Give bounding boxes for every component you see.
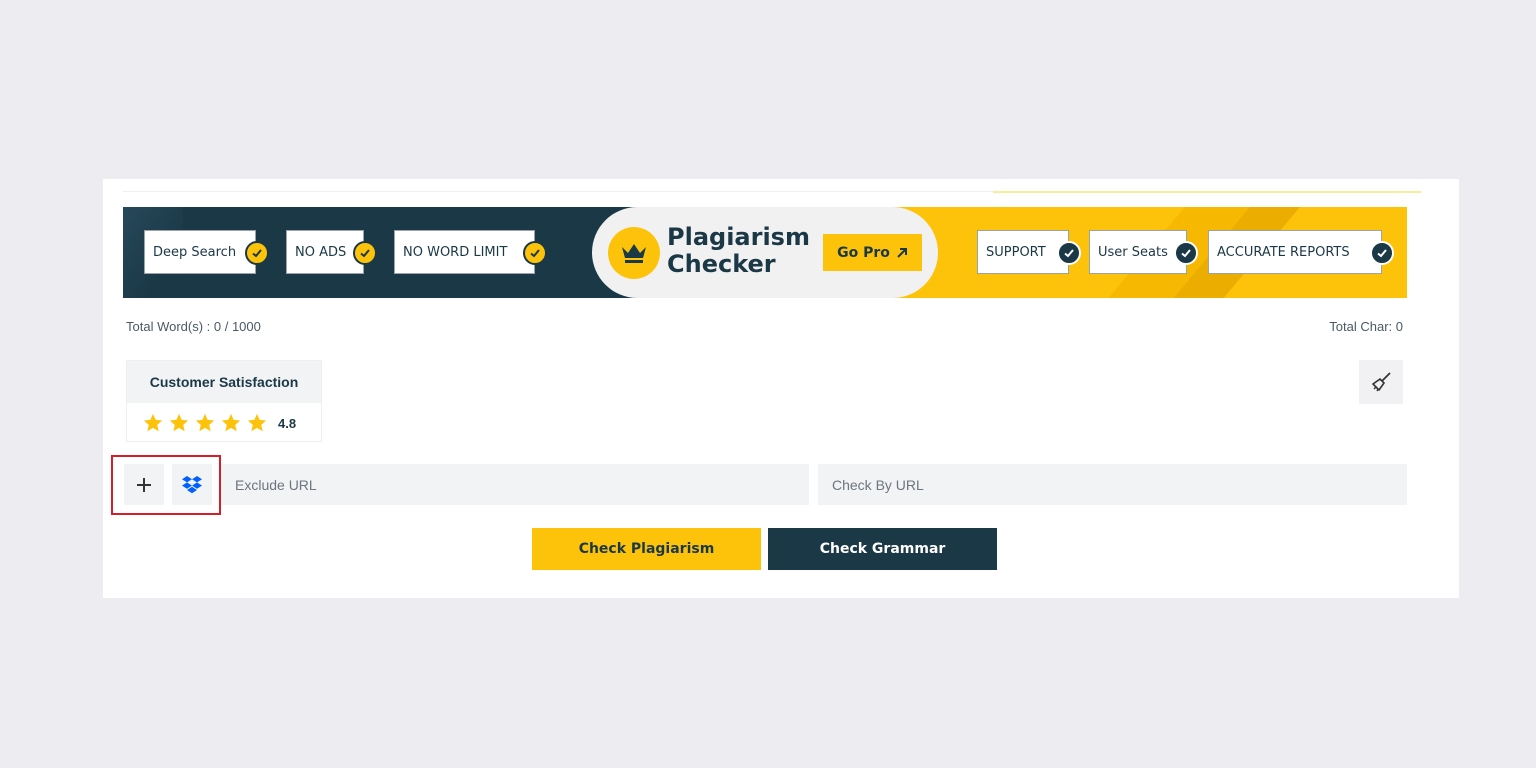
check-icon bbox=[353, 241, 377, 265]
feature-support: SUPPORT bbox=[977, 230, 1081, 274]
customer-satisfaction-widget: Customer Satisfaction 4.8 bbox=[126, 360, 322, 442]
plagiarism-checker-card: Deep Search NO ADS NO WORD LIMIT Plagiar… bbox=[103, 179, 1459, 598]
feature-accurate-reports: ACCURATE REPORTS bbox=[1208, 230, 1394, 274]
check-icon bbox=[1370, 241, 1394, 265]
go-pro-button[interactable]: Go Pro bbox=[823, 234, 922, 271]
dropbox-icon bbox=[182, 475, 202, 493]
feature-no-ads: NO ADS bbox=[286, 230, 377, 274]
feature-label: NO ADS bbox=[295, 244, 347, 260]
feature-label: NO WORD LIMIT bbox=[403, 244, 508, 260]
feature-deep-search: Deep Search bbox=[144, 230, 269, 274]
exclude-url-input[interactable] bbox=[221, 464, 809, 505]
star-icon bbox=[143, 413, 163, 432]
feature-label: ACCURATE REPORTS bbox=[1217, 244, 1350, 260]
feature-user-seats: User Seats bbox=[1089, 230, 1198, 274]
promo-banner[interactable]: Deep Search NO ADS NO WORD LIMIT Plagiar… bbox=[123, 207, 1407, 298]
star-icon bbox=[247, 413, 267, 432]
star-icon bbox=[195, 413, 215, 432]
total-chars-count: Total Char: 0 bbox=[1329, 319, 1403, 334]
arrow-up-right-icon bbox=[897, 247, 907, 258]
check-by-url-input[interactable] bbox=[818, 464, 1407, 505]
star-icon bbox=[169, 413, 189, 432]
plus-icon bbox=[137, 477, 151, 492]
brand-title: Plagiarism Checker bbox=[667, 223, 810, 278]
crown-icon bbox=[608, 227, 660, 279]
divider bbox=[123, 191, 993, 192]
feature-no-word-limit: NO WORD LIMIT bbox=[394, 230, 547, 274]
clear-text-button[interactable] bbox=[1359, 360, 1403, 404]
dropbox-upload-button[interactable] bbox=[172, 464, 212, 505]
rating-value: 4.8 bbox=[278, 415, 297, 431]
feature-label: User Seats bbox=[1098, 244, 1168, 260]
star-icon bbox=[221, 413, 241, 432]
check-icon bbox=[1057, 241, 1081, 265]
check-grammar-button[interactable]: Check Grammar bbox=[768, 528, 997, 570]
check-icon bbox=[523, 241, 547, 265]
total-words-count: Total Word(s) : 0 / 1000 bbox=[126, 319, 261, 334]
progress-line bbox=[993, 191, 1421, 193]
check-plagiarism-button[interactable]: Check Plagiarism bbox=[532, 528, 761, 570]
feature-label: Deep Search bbox=[153, 244, 237, 260]
add-file-button[interactable] bbox=[124, 464, 164, 505]
satisfaction-title: Customer Satisfaction bbox=[127, 361, 321, 403]
feature-label: SUPPORT bbox=[986, 244, 1046, 260]
rating-stars: 4.8 bbox=[127, 403, 321, 443]
check-icon bbox=[245, 241, 269, 265]
broom-icon bbox=[1372, 372, 1391, 392]
check-icon bbox=[1174, 241, 1198, 265]
